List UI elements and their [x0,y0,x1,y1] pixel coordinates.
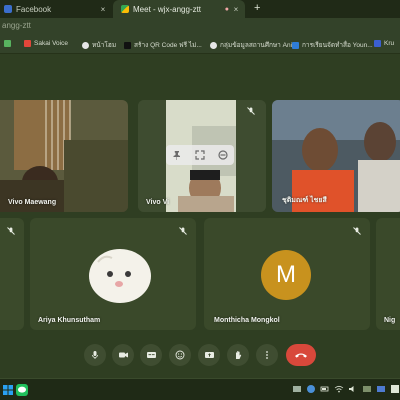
emoji-icon [175,350,185,360]
pin-icon[interactable] [171,149,183,161]
bookmark-label: การเรียนจัดทำสื่อ Youn... [302,42,373,49]
remove-icon[interactable] [217,149,229,161]
tab-close-icon[interactable]: × [231,5,241,14]
mic-icon [92,351,98,359]
call-controls [0,340,400,370]
participant-name: Ariya Khunsutham [38,317,101,324]
url-text: angg-ztt [2,21,31,30]
tray-icon[interactable] [292,384,302,394]
bookmark-icon [292,41,299,49]
present-button[interactable] [198,344,220,366]
language-icon[interactable] [362,384,372,394]
bookmark-label: Kru [384,40,395,47]
bookmark-icon [82,41,89,49]
participant-tile[interactable]: Nig [376,218,400,330]
participant-video [0,100,128,212]
tab-bar: Facebook × Meet - wjx-angg-ztt ● × + [0,0,400,18]
address-bar[interactable]: angg-ztt [0,18,400,36]
participant-tile[interactable] [0,218,24,330]
emoji-button[interactable] [169,344,191,366]
tab-facebook[interactable]: Facebook × [0,0,112,18]
tab-close-icon[interactable]: × [98,5,108,14]
profile-picture [89,249,151,303]
more-icon [266,351,268,359]
meet-icon [121,5,129,13]
participant-name: Vivo Maewang [8,199,57,206]
recording-icon: ● [224,5,229,13]
mic-off-icon [247,107,255,115]
tile-hover-controls [166,145,234,165]
bookmark-icon [124,41,131,49]
camera-icon [118,352,128,358]
wifi-icon[interactable] [334,384,344,394]
bookmark-item[interactable]: กลุ่มข้อมูลสถานศึกษา Ani... [210,40,297,50]
captions-button[interactable] [140,344,162,366]
bookmark-item[interactable]: Kru [374,40,394,47]
captions-icon [146,352,156,358]
participant-name: Monthicha Mongkol [214,317,280,324]
network-icon[interactable] [306,384,316,394]
notification-icon[interactable] [390,384,400,394]
tab-label: Meet - wjx-angg-ztt [133,4,202,14]
participant-tile[interactable]: ชุติมณฑ์ ไชยสี [272,100,400,212]
bookmarks-bar: Sakai Voice หน้าโฮม สร้าง QR Code ฟรี ไม… [0,36,400,54]
tab-label: Facebook [16,4,52,14]
bookmark-item[interactable]: Sakai Voice [24,40,68,47]
bookmark-icon [210,41,217,49]
bookmark-label: Sakai Voice [34,40,68,47]
present-icon [204,352,214,358]
hang-up-button[interactable] [286,344,316,366]
meet-screen: Facebook × Meet - wjx-angg-ztt ● × + ang… [0,0,400,400]
volume-icon[interactable] [348,384,358,394]
mic-off-icon [353,227,361,235]
participant-tile[interactable]: Vivo Maewang [0,100,128,212]
bookmark-icon [24,40,31,47]
facebook-icon [4,5,12,13]
bookmark-item[interactable]: สร้าง QR Code ฟรี ไม่... [124,40,202,50]
mic-off-icon [7,227,15,235]
bookmark-label: สร้าง QR Code ฟรี ไม่... [134,42,202,49]
bookmark-item[interactable]: หน้าโฮม [82,40,116,50]
tray-icon[interactable] [376,384,386,394]
fullscreen-icon[interactable] [194,149,206,161]
taskbar [0,378,400,400]
camera-button[interactable] [112,344,134,366]
bookmark-icon [374,40,381,47]
start-icon[interactable] [2,384,14,396]
bookmark-label: กลุ่มข้อมูลสถานศึกษา Ani... [220,42,298,49]
more-options-button[interactable] [256,344,278,366]
bookmark-icon [4,40,11,47]
bookmark-item[interactable]: การเรียนจัดทำสื่อ Youn... [292,40,373,50]
participant-name: ชุติมณฑ์ ไชยสี [282,197,327,204]
hang-up-icon [295,353,307,358]
raise-hand-icon [236,351,242,359]
avatar: M [261,250,311,300]
mic-button[interactable] [84,344,106,366]
bookmark-label: หน้าโฮม [92,42,117,49]
tab-meet[interactable]: Meet - wjx-angg-ztt ● × [113,0,245,18]
bookmark-item[interactable] [4,40,14,47]
battery-icon[interactable] [320,384,330,394]
mic-off-icon [179,227,187,235]
new-tab-button[interactable]: + [254,2,260,14]
line-app-icon[interactable] [16,384,28,396]
raise-hand-button[interactable] [227,344,249,366]
participant-name: Vivo Vi [146,199,170,206]
participant-name: Nig [384,317,396,324]
